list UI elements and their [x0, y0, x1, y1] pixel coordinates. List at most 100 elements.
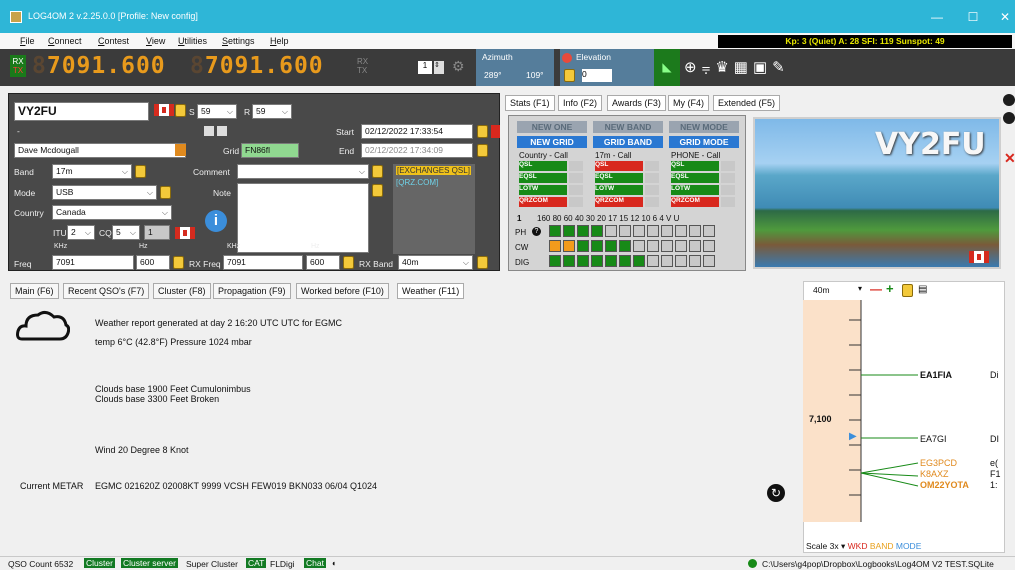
menu-settings[interactable]: Settings	[222, 36, 255, 46]
grid-input[interactable]: FN86fl	[241, 143, 299, 158]
spot-eg3pcd[interactable]: EG3PCD	[920, 458, 957, 468]
note-lock-icon[interactable]	[372, 184, 383, 197]
rotor-icon[interactable]	[562, 53, 572, 63]
grid-icon[interactable]: ▦	[734, 59, 753, 76]
note-input[interactable]	[237, 183, 369, 253]
spot-ea7gi[interactable]: EA7GI	[920, 434, 947, 444]
minimize-button[interactable]: —	[922, 8, 952, 26]
toggle-box-2[interactable]	[217, 126, 227, 136]
antenna-icon[interactable]: ⩦	[702, 59, 716, 76]
info-icon[interactable]: i	[205, 210, 227, 232]
rxfreq-lock-icon[interactable]	[343, 256, 354, 269]
freq-lock-icon[interactable]	[173, 256, 184, 269]
radio-spinner[interactable]: ⇕	[434, 61, 444, 74]
rxfreq-khz-input[interactable]: 7091	[223, 255, 303, 270]
new-mode-button[interactable]: NEW MODE	[669, 121, 739, 133]
itu-select[interactable]: 2	[67, 225, 95, 240]
callsign-lock-icon[interactable]	[175, 104, 186, 117]
tab-cluster[interactable]: Cluster (F8)	[153, 283, 211, 299]
new-one-button[interactable]: NEW ONE	[517, 121, 587, 133]
grid-mode-button[interactable]: GRID MODE	[669, 136, 739, 148]
bandmap-lock-icon[interactable]	[902, 284, 913, 297]
end-time-input[interactable]: 02/12/2022 17:34:09	[361, 143, 473, 158]
comment-lock-icon[interactable]	[372, 165, 383, 178]
exchanges-qsl-link[interactable]: [EXCHANGES QSL]	[396, 166, 471, 175]
rxfreq-hz-input[interactable]: 600	[306, 255, 340, 270]
tab-awards[interactable]: Awards (F3)	[607, 95, 666, 111]
image-icon[interactable]: ▣	[753, 59, 772, 76]
tab-my[interactable]: My (F4)	[668, 95, 709, 111]
menu-help[interactable]: Help	[270, 36, 289, 46]
lock-icon[interactable]	[564, 69, 575, 82]
grid-band-button[interactable]: GRID BAND	[593, 136, 663, 148]
rxband-select[interactable]: 40m	[398, 255, 473, 270]
mode-lock-icon[interactable]	[160, 186, 171, 199]
country-select[interactable]: Canada	[52, 205, 172, 220]
cluster-status[interactable]: Cluster	[84, 558, 115, 568]
mode-select[interactable]: USB	[52, 185, 157, 200]
super-cluster-status[interactable]: Super Cluster	[186, 559, 238, 569]
spot-ea1fia[interactable]: EA1FIA	[920, 370, 952, 380]
gear-icon[interactable]: ⚙	[452, 58, 465, 75]
pen-icon[interactable]: ✎	[772, 59, 790, 76]
tab-weather[interactable]: Weather (F11)	[397, 283, 465, 299]
crown-icon[interactable]: ♛	[715, 59, 733, 76]
continent-input[interactable]: 1	[144, 225, 170, 240]
menu-connect[interactable]: Connect	[48, 36, 82, 46]
globe-side-icon[interactable]	[1003, 112, 1015, 124]
name-input[interactable]: Dave Mcdougall	[14, 143, 186, 158]
add-icon[interactable]	[1003, 94, 1015, 106]
vfo-b-display[interactable]: 87091.600	[190, 53, 324, 79]
zoom-in-icon[interactable]: +	[886, 281, 894, 296]
tab-worked-before[interactable]: Worked before (F10)	[296, 283, 389, 299]
cat-status[interactable]: CAT	[246, 558, 267, 568]
elevation-input[interactable]: 0	[582, 69, 612, 82]
freq-hz-input[interactable]: 600	[136, 255, 170, 270]
name-lookup-icon[interactable]	[175, 144, 186, 156]
cluster-server-status[interactable]: Cluster server	[121, 558, 178, 568]
help-icon[interactable]: ?	[532, 227, 541, 236]
tab-main[interactable]: Main (F6)	[10, 283, 59, 299]
qrz-link[interactable]: [QRZ.COM]	[396, 178, 438, 187]
refresh-icon[interactable]: ↻	[767, 484, 785, 502]
delete-icon[interactable]: ✕	[1004, 150, 1015, 167]
scale-select[interactable]: Scale 3x	[806, 541, 839, 551]
start-record-icon[interactable]	[491, 125, 500, 138]
signal-icon[interactable]: ◣	[654, 49, 680, 86]
cq-select[interactable]: 5	[112, 225, 140, 240]
band-lock-icon[interactable]	[135, 165, 146, 178]
band-select[interactable]: 17m	[52, 164, 132, 179]
new-grid-button[interactable]: NEW GRID	[517, 136, 587, 148]
menu-utilities[interactable]: Utilities	[178, 36, 207, 46]
tab-stats[interactable]: Stats (F1)	[505, 95, 555, 111]
spot-om22yota[interactable]: OM22YOTA	[920, 480, 969, 490]
zoom-out-icon[interactable]: —	[870, 282, 882, 296]
end-lock-icon[interactable]	[477, 144, 488, 157]
close-button[interactable]: ✕	[990, 8, 1015, 26]
chat-status[interactable]: Chat	[304, 558, 326, 568]
tab-recent-qsos[interactable]: Recent QSO's (F7)	[63, 283, 150, 299]
start-lock-icon[interactable]	[477, 125, 488, 138]
bandmap-band-dropdown-icon[interactable]: ▾	[858, 284, 862, 293]
speaker-icon[interactable]: ◖	[331, 558, 336, 568]
callsign-input[interactable]: VY2FU	[14, 102, 149, 121]
menu-view[interactable]: View	[146, 36, 165, 46]
radio-number[interactable]: 1	[418, 61, 432, 74]
comment-input[interactable]	[237, 164, 369, 179]
start-time-input[interactable]: 02/12/2022 17:33:54	[361, 124, 473, 139]
rst-sent-select[interactable]: 59	[197, 104, 237, 119]
rxband-lock-icon[interactable]	[477, 256, 488, 269]
new-band-button[interactable]: NEW BAND	[593, 121, 663, 133]
globe-icon[interactable]: ⊕	[684, 59, 702, 76]
menu-contest[interactable]: Contest	[98, 36, 129, 46]
toggle-box-1[interactable]	[204, 126, 214, 136]
vfo-a-display[interactable]: 87091.600	[32, 53, 166, 79]
maximize-button[interactable]: ☐	[958, 8, 988, 26]
scale-dropdown-icon[interactable]: ▾	[841, 541, 845, 551]
freq-khz-input[interactable]: 7091	[52, 255, 134, 270]
rst-rcvd-select[interactable]: 59	[252, 104, 292, 119]
tab-info[interactable]: Info (F2)	[558, 95, 603, 111]
bandmap-folder-icon[interactable]: ▤	[918, 284, 927, 295]
menu-file[interactable]: File	[20, 36, 35, 46]
tab-propagation[interactable]: Propagation (F9)	[213, 283, 291, 299]
